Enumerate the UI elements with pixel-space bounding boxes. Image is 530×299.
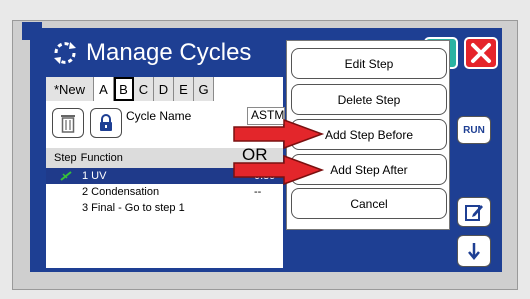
- tab-d[interactable]: D: [154, 77, 174, 101]
- step-label: 2 Condensation: [82, 186, 160, 198]
- uv-lamp-icon: [60, 171, 72, 181]
- delete-cycle-button[interactable]: [52, 108, 84, 138]
- tab-a[interactable]: A: [94, 77, 114, 101]
- step-label: 1 UV: [82, 170, 107, 182]
- trash-icon: [61, 115, 75, 133]
- down-arrow-icon: [468, 243, 480, 260]
- step-label: 3 Final - Go to step 1: [82, 202, 185, 214]
- edit-button[interactable]: [457, 197, 491, 227]
- step-value: --: [254, 186, 262, 198]
- header-function: Function: [80, 152, 123, 164]
- title-bar: Manage Cycles: [50, 36, 251, 70]
- tab-c[interactable]: C: [134, 77, 154, 101]
- tab-e[interactable]: E: [174, 77, 194, 101]
- delete-step-button[interactable]: Delete Step: [291, 84, 447, 115]
- edit-icon: [465, 205, 483, 221]
- close-button[interactable]: [464, 37, 498, 69]
- table-row[interactable]: 3 Final - Go to step 1: [46, 200, 283, 216]
- tab-g[interactable]: G: [194, 77, 214, 101]
- cancel-button[interactable]: Cancel: [291, 188, 447, 219]
- edit-step-button[interactable]: Edit Step: [291, 48, 447, 79]
- run-button[interactable]: RUN: [457, 116, 491, 144]
- cycle-tabs: *New A B C D E G: [46, 77, 214, 101]
- cycle-tools: [52, 108, 122, 138]
- scroll-down-button[interactable]: [457, 235, 491, 267]
- lock-icon: [100, 114, 112, 131]
- header-step: Step: [54, 152, 77, 164]
- refresh-cycle-icon: [54, 42, 76, 64]
- page-title: Manage Cycles: [86, 39, 252, 66]
- lock-cycle-button[interactable]: [90, 108, 122, 138]
- red-arrow-icon: [233, 154, 325, 186]
- tab-b[interactable]: B: [114, 77, 134, 101]
- close-icon: [471, 43, 491, 63]
- tab-new[interactable]: *New: [46, 77, 94, 101]
- red-arrow-icon: [233, 118, 325, 150]
- table-row[interactable]: 2 Condensation --: [46, 184, 283, 200]
- cycle-name-label: Cycle Name: [126, 109, 192, 123]
